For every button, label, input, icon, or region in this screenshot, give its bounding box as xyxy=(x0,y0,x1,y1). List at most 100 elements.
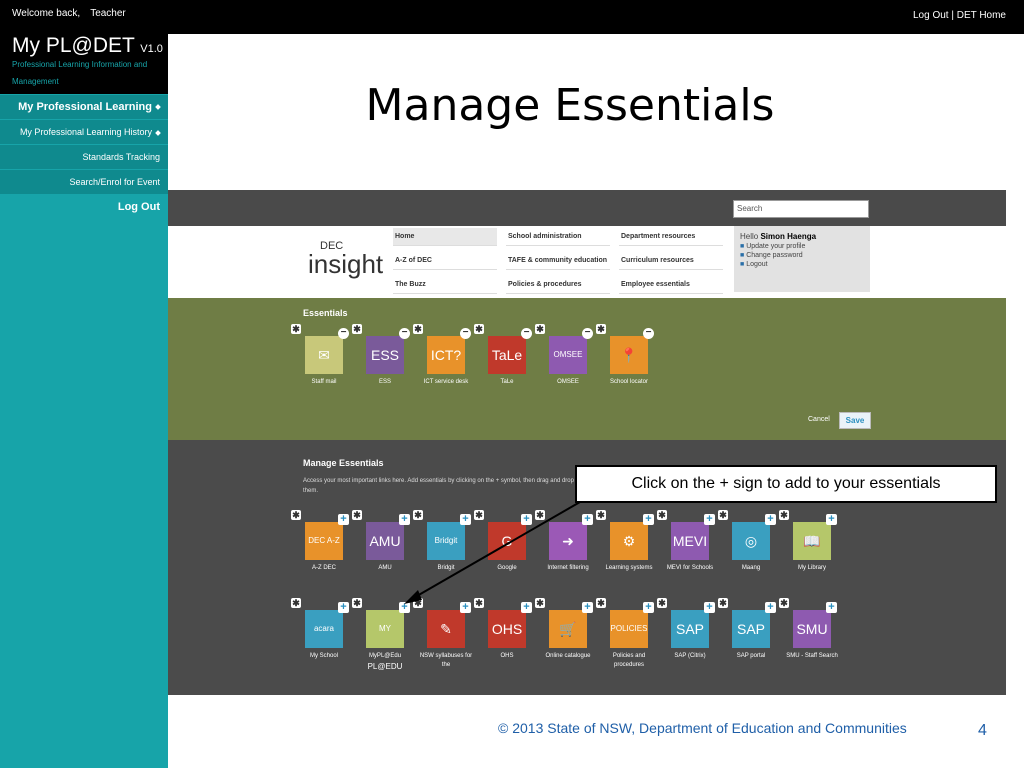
sidebar-item-standards[interactable]: Standards Tracking xyxy=(0,145,168,169)
gear-icon[interactable]: ✱ xyxy=(779,598,789,608)
sidebar-item-my-professional-learning[interactable]: My Professional Learning xyxy=(0,95,168,119)
essential-tile-label: Learning systems xyxy=(605,565,653,571)
gear-icon[interactable]: ✱ xyxy=(535,324,545,334)
user-link[interactable]: Logout xyxy=(740,261,864,268)
search-input[interactable]: Search xyxy=(733,200,869,218)
add-icon[interactable]: + xyxy=(338,514,349,525)
bullet-icon xyxy=(155,129,161,136)
save-button[interactable]: Save xyxy=(839,412,871,429)
gear-icon[interactable]: ✱ xyxy=(596,598,606,608)
essential-tile-label: ICT service desk xyxy=(423,379,469,385)
menu-item[interactable]: Policies & procedures xyxy=(506,276,610,294)
menu-item[interactable]: Department resources xyxy=(619,228,723,246)
portal-header: DEC insight Home A-Z of DEC The Buzz Sch… xyxy=(168,226,1006,298)
gear-icon[interactable]: ✱ xyxy=(291,598,301,608)
gear-icon[interactable]: ✱ xyxy=(474,324,484,334)
add-icon[interactable]: + xyxy=(643,514,654,525)
remove-icon[interactable]: − xyxy=(582,328,593,339)
menu-item[interactable]: The Buzz xyxy=(393,276,497,294)
essential-tile-label: OHS xyxy=(500,653,514,659)
callout-box: Click on the + sign to add to your essen… xyxy=(575,465,997,503)
essential-tile[interactable]: OHS xyxy=(488,610,526,648)
essential-tile[interactable]: ESS xyxy=(366,336,404,374)
add-icon[interactable]: + xyxy=(826,602,837,613)
add-icon[interactable]: + xyxy=(765,602,776,613)
gear-icon[interactable]: ✱ xyxy=(291,324,301,334)
gear-icon[interactable]: ✱ xyxy=(657,598,667,608)
page-number: 4 xyxy=(978,722,987,739)
essential-tile-label: Online catalogue xyxy=(545,653,591,659)
essential-tile[interactable]: MY PL@EDU xyxy=(366,610,404,671)
essential-tile[interactable]: 🛒 xyxy=(549,610,587,648)
essential-tile-label: My Library xyxy=(797,565,826,571)
welcome-text: Welcome back, Teacher xyxy=(12,8,126,19)
add-icon[interactable]: + xyxy=(338,602,349,613)
essential-tile-label: TaLe xyxy=(500,379,514,385)
manage-title: Manage Essentials xyxy=(303,458,384,468)
add-icon[interactable]: + xyxy=(704,514,715,525)
essential-tile[interactable]: SMU xyxy=(793,610,831,648)
essential-tile[interactable]: POLICIES xyxy=(610,610,648,648)
essential-tile[interactable]: OMSEE xyxy=(549,336,587,374)
menu-item[interactable]: TAFE & community education xyxy=(506,252,610,270)
essential-tile[interactable]: ◎ xyxy=(732,522,770,560)
remove-icon[interactable]: − xyxy=(399,328,410,339)
gear-icon[interactable]: ✱ xyxy=(352,324,362,334)
essential-tile[interactable]: DEC A-Z xyxy=(305,522,343,560)
sidebar-item-log-out[interactable]: Log Out xyxy=(0,195,168,219)
menu-item[interactable]: Curriculum resources xyxy=(619,252,723,270)
essential-tile[interactable]: SAP xyxy=(732,610,770,648)
essential-tile[interactable]: ✉ xyxy=(305,336,343,374)
essential-tile[interactable]: TaLe xyxy=(488,336,526,374)
essential-tile[interactable]: ICT? xyxy=(427,336,465,374)
add-icon[interactable]: + xyxy=(765,514,776,525)
essential-tile[interactable]: ⚙ xyxy=(610,522,648,560)
user-link[interactable]: Update your profile xyxy=(740,243,864,250)
gear-icon[interactable]: ✱ xyxy=(352,598,362,608)
gear-icon[interactable]: ✱ xyxy=(596,510,606,520)
footer-copyright: © 2013 State of NSW, Department of Educa… xyxy=(498,720,907,736)
menu-item[interactable]: A-Z of DEC xyxy=(393,252,497,270)
add-icon[interactable]: + xyxy=(704,602,715,613)
essential-tile-label: SAP portal xyxy=(736,653,766,659)
app-version: V1.0 xyxy=(140,43,163,55)
essential-tile[interactable]: MEVI xyxy=(671,522,709,560)
dec-insight-logo: DEC insight xyxy=(308,240,384,279)
essential-tile[interactable]: 📍 xyxy=(610,336,648,374)
essentials-title: Essentials xyxy=(303,308,348,318)
essential-tile-label: Maang xyxy=(741,565,761,571)
top-links[interactable]: Log Out | DET Home xyxy=(913,10,1006,21)
remove-icon[interactable]: − xyxy=(643,328,654,339)
remove-icon[interactable]: − xyxy=(338,328,349,339)
add-icon[interactable]: + xyxy=(826,514,837,525)
gear-icon[interactable]: ✱ xyxy=(596,324,606,334)
add-icon[interactable]: + xyxy=(643,602,654,613)
remove-icon[interactable]: − xyxy=(521,328,532,339)
gear-icon[interactable]: ✱ xyxy=(413,324,423,334)
essential-tile-label: OMSEE xyxy=(557,379,579,385)
cancel-button[interactable]: Cancel xyxy=(808,416,830,423)
user-link[interactable]: Change password xyxy=(740,252,864,259)
gear-icon[interactable]: ✱ xyxy=(352,510,362,520)
gear-icon[interactable]: ✱ xyxy=(657,510,667,520)
gear-icon[interactable]: ✱ xyxy=(291,510,301,520)
remove-icon[interactable]: − xyxy=(460,328,471,339)
sidebar-item-search-enrol[interactable]: Search/Enrol for Event xyxy=(0,170,168,194)
essential-tile[interactable]: SAP xyxy=(671,610,709,648)
top-bar: Welcome back, Teacher Log Out | DET Home xyxy=(0,0,1024,34)
menu-item[interactable]: Home xyxy=(393,228,497,246)
gear-icon[interactable]: ✱ xyxy=(779,510,789,520)
user-name: Teacher xyxy=(90,8,126,19)
gear-icon[interactable]: ✱ xyxy=(718,510,728,520)
essential-tile[interactable]: AMU xyxy=(366,522,404,560)
sidebar-item-history[interactable]: My Professional Learning History xyxy=(0,120,168,144)
menu-item[interactable]: School administration xyxy=(506,228,610,246)
essential-tile[interactable]: acara xyxy=(305,610,343,648)
essential-tile-label: MyPL@Edu xyxy=(368,653,402,659)
menu-col-2: School administration TAFE & community e… xyxy=(506,228,610,294)
essential-tile[interactable]: 📖 xyxy=(793,522,831,560)
menu-item[interactable]: Employee essentials xyxy=(619,276,723,294)
essential-tile[interactable]: ✎ xyxy=(427,610,465,648)
essential-tile-label: Staff mail xyxy=(311,379,337,385)
gear-icon[interactable]: ✱ xyxy=(718,598,728,608)
